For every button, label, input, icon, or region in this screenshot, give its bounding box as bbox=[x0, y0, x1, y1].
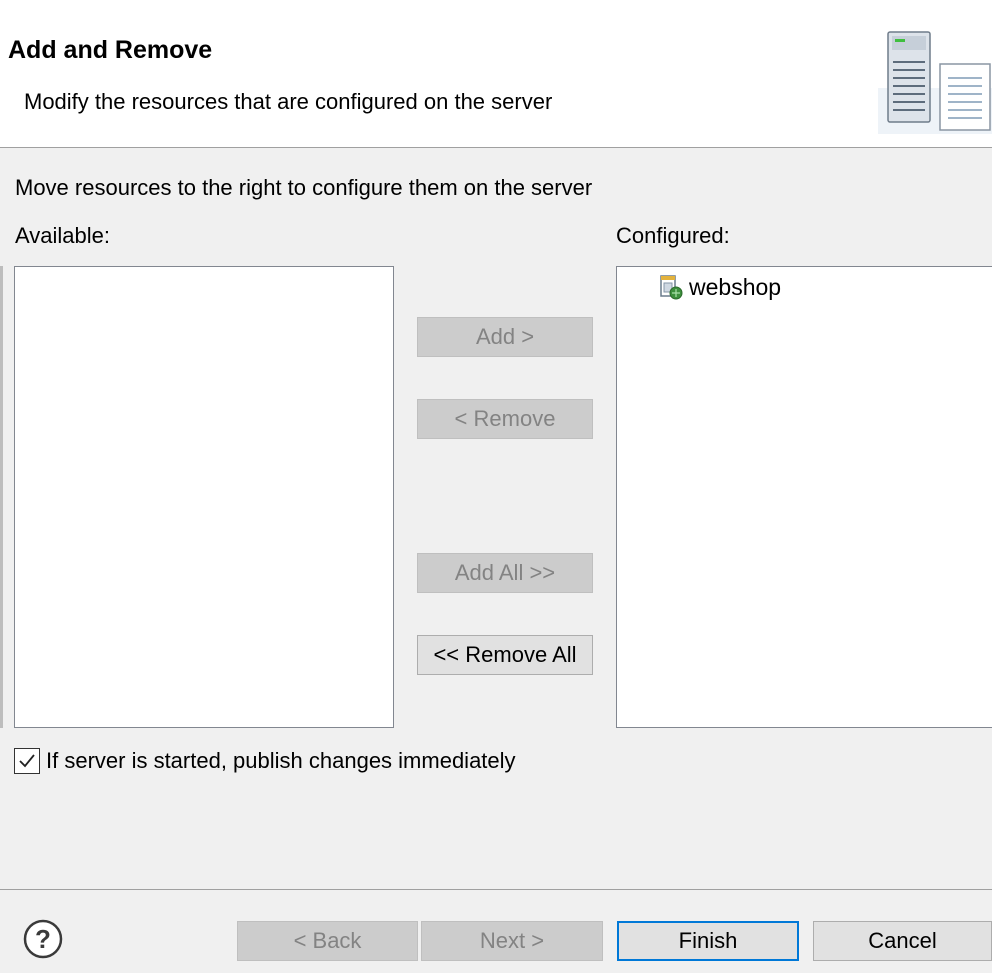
page-title: Add and Remove bbox=[8, 36, 213, 64]
back-button[interactable]: < Back bbox=[237, 921, 418, 961]
checkmark-icon bbox=[19, 754, 35, 768]
remove-all-button[interactable]: << Remove All bbox=[417, 635, 593, 675]
add-remove-dialog: Add and Remove Modify the resources that… bbox=[0, 0, 992, 973]
page-description: Modify the resources that are configured… bbox=[24, 89, 553, 114]
server-document-icon bbox=[878, 31, 992, 134]
configured-item-webshop[interactable]: webshop bbox=[657, 273, 781, 301]
remove-button[interactable]: < Remove bbox=[417, 399, 593, 439]
available-list[interactable] bbox=[14, 266, 394, 728]
publish-option[interactable]: If server is started, publish changes im… bbox=[14, 748, 516, 774]
available-label: Available: bbox=[15, 223, 110, 248]
add-button[interactable]: Add > bbox=[417, 317, 593, 357]
left-edge-divider bbox=[0, 266, 3, 728]
web-module-icon bbox=[660, 275, 683, 300]
next-button[interactable]: Next > bbox=[421, 921, 603, 961]
cancel-button[interactable]: Cancel bbox=[813, 921, 992, 961]
configured-list[interactable]: webshop bbox=[616, 266, 992, 728]
instructions-text: Move resources to the right to configure… bbox=[15, 175, 593, 200]
finish-button[interactable]: Finish bbox=[617, 921, 799, 961]
footer-separator bbox=[0, 889, 992, 890]
wizard-header: Add and Remove Modify the resources that… bbox=[0, 0, 992, 148]
svg-text:?: ? bbox=[35, 924, 51, 954]
help-icon[interactable]: ? bbox=[23, 919, 63, 959]
publish-checkbox-label: If server is started, publish changes im… bbox=[46, 748, 516, 773]
add-all-button[interactable]: Add All >> bbox=[417, 553, 593, 593]
configured-item-label: webshop bbox=[689, 273, 782, 300]
publish-checkbox[interactable] bbox=[14, 748, 40, 774]
configured-label: Configured: bbox=[616, 223, 730, 248]
